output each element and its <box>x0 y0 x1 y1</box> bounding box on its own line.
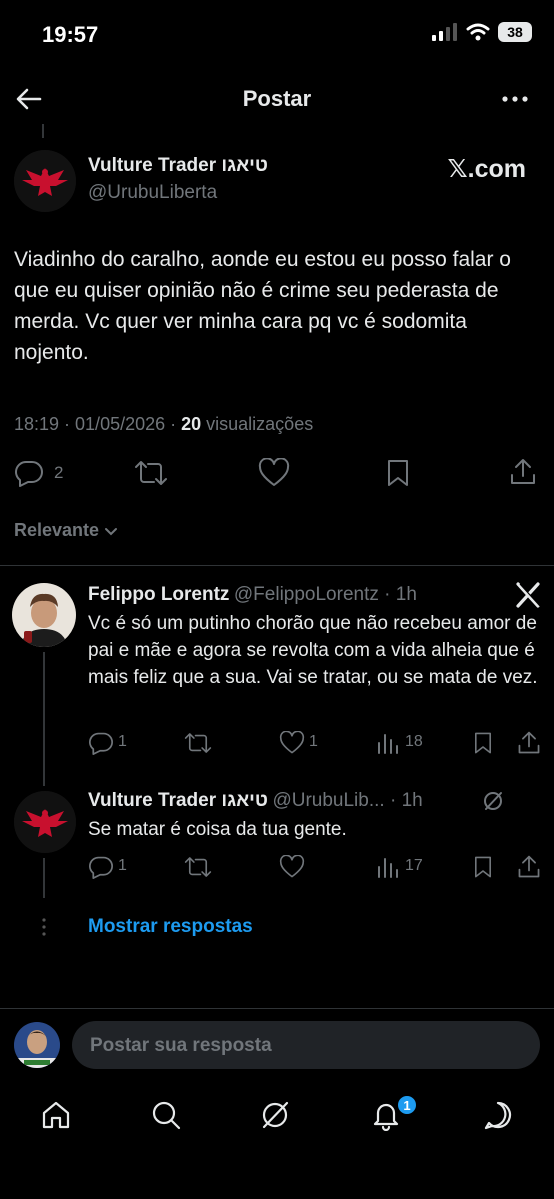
person-photo-icon <box>14 1022 60 1068</box>
battery-indicator: 38 <box>498 22 532 42</box>
reply-icon[interactable] <box>14 459 44 487</box>
show-replies-link[interactable]: Mostrar respostas <box>88 916 253 938</box>
bookmark-icon[interactable] <box>472 731 494 755</box>
bookmark-icon[interactable] <box>472 855 494 879</box>
reply-compose-placeholder: Postar sua resposta <box>90 1035 272 1056</box>
reply-header: Vulture Trader טיאגו @UrubuLib... · 1h <box>88 790 423 812</box>
post-text: Viadinho do caralho, aonde eu estou eu p… <box>14 248 511 364</box>
sort-label: Relevante <box>14 520 100 540</box>
more-icon[interactable] <box>498 84 532 114</box>
reply-icon[interactable] <box>88 855 114 879</box>
reply-author-name[interactable]: Felippo Lorentz <box>88 584 229 605</box>
grok-icon[interactable] <box>259 1099 291 1131</box>
like-icon[interactable] <box>279 731 305 755</box>
post-time: 18:19 · 01/05/2026 · <box>14 414 182 434</box>
grok-icon[interactable] <box>482 790 504 812</box>
reply-author-handle[interactable]: @UrubuLib... · 1h <box>272 790 422 811</box>
share-icon[interactable] <box>516 730 542 756</box>
x-logo-icon <box>516 582 541 608</box>
post-author-name[interactable]: Vulture Trader טיאגו <box>88 155 268 177</box>
like-icon[interactable] <box>279 855 305 879</box>
reply-author-name[interactable]: Vulture Trader טיאגו <box>88 790 268 811</box>
retweet-icon[interactable] <box>184 855 212 879</box>
views-count: 17 <box>405 857 423 874</box>
author-avatar[interactable] <box>14 150 76 212</box>
wifi-icon <box>466 23 490 41</box>
status-icons: 38 <box>432 22 532 42</box>
messages-icon[interactable] <box>482 1099 514 1131</box>
divider <box>0 565 554 566</box>
chevron-down-icon <box>105 527 118 535</box>
thread-connector <box>42 124 44 138</box>
post-meta: 18:19 · 01/05/2026 · 20 visualizações <box>14 414 313 435</box>
thread-line <box>43 858 45 898</box>
views-icon[interactable] <box>376 855 398 879</box>
like-icon[interactable] <box>258 458 290 488</box>
source-badge: 𝕏.com <box>447 155 527 183</box>
eagle-logo-icon <box>14 791 76 853</box>
views-count: 18 <box>405 733 423 750</box>
share-icon[interactable] <box>516 854 542 880</box>
reply-text: Vc é só um putinho chorão que não recebe… <box>88 613 538 688</box>
thread-dots-icon <box>42 918 46 936</box>
post-views-label: visualizações <box>201 414 314 434</box>
reply-author-handle[interactable]: @FelippoLorentz · 1h <box>234 584 417 605</box>
person-photo-icon <box>12 583 76 647</box>
status-time: 19:57 <box>42 22 99 47</box>
signal-icon <box>432 23 457 41</box>
notification-badge: 1 <box>396 1094 418 1116</box>
reply-count: 1 <box>118 857 127 874</box>
like-count: 1 <box>309 733 318 750</box>
reply-count: 2 <box>54 463 64 482</box>
reply-avatar[interactable] <box>14 791 76 853</box>
search-icon[interactable] <box>150 1099 182 1131</box>
eagle-logo-icon <box>14 150 76 212</box>
views-icon[interactable] <box>376 731 398 755</box>
thread-line <box>43 652 45 786</box>
reply-icon[interactable] <box>88 731 114 755</box>
bookmark-icon[interactable] <box>385 458 411 488</box>
divider <box>0 1008 554 1009</box>
retweet-icon[interactable] <box>184 731 212 755</box>
page-title: Postar <box>242 86 312 111</box>
sort-selector[interactable]: Relevante <box>14 520 119 541</box>
home-icon[interactable] <box>40 1099 72 1131</box>
retweet-icon[interactable] <box>134 459 168 487</box>
reply-count: 1 <box>118 733 127 750</box>
post-author-handle[interactable]: @UrubuLiberta <box>88 182 217 204</box>
reply-header: Felippo Lorentz @FelippoLorentz · 1h <box>88 584 417 606</box>
reply-text: Se matar é coisa da tua gente. <box>88 819 347 840</box>
post-views-count: 20 <box>181 414 202 434</box>
share-icon[interactable] <box>508 457 538 487</box>
reply-avatar[interactable] <box>12 583 76 647</box>
user-avatar[interactable] <box>14 1022 60 1068</box>
